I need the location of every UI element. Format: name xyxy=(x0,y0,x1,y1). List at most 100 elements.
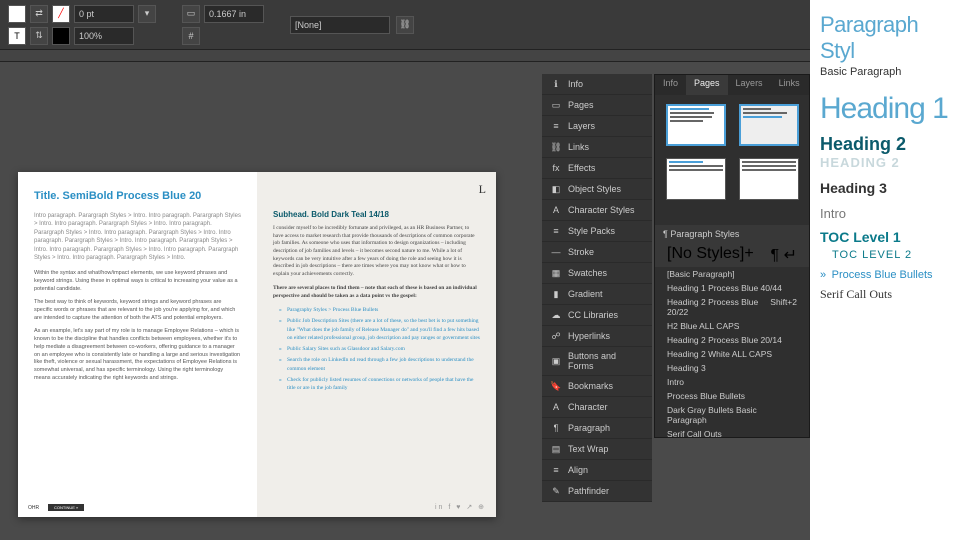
strip-align[interactable]: ≡Align xyxy=(542,460,652,481)
horizontal-ruler xyxy=(0,50,810,62)
body-paragraph[interactable]: As an example, let's say part of my role… xyxy=(34,328,241,382)
strip-pages[interactable]: ▭Pages xyxy=(542,95,652,116)
swatches-icon: ▦ xyxy=(550,267,562,279)
zoom-input[interactable] xyxy=(74,27,134,45)
cc-libraries-icon: ☁ xyxy=(550,309,562,321)
hash-icon[interactable]: # xyxy=(182,27,200,45)
para-style-item[interactable]: [Basic Paragraph] xyxy=(655,267,809,281)
strip-info[interactable]: ℹInfo xyxy=(542,74,652,95)
strip-character[interactable]: ACharacter xyxy=(542,397,652,418)
strip-pathfinder[interactable]: ✎Pathfinder xyxy=(542,481,652,502)
text-tool-icon[interactable]: T xyxy=(8,27,26,45)
panel-tab-layers[interactable]: Layers xyxy=(728,75,771,95)
strip-paragraph[interactable]: ¶Paragraph xyxy=(542,418,652,439)
para-style-item[interactable]: Heading 3 xyxy=(655,361,809,375)
social-icons: in f ♥ ↗ ⊕ xyxy=(435,503,486,511)
preview-h3: Heading 3 xyxy=(820,180,950,196)
measure-input[interactable] xyxy=(204,5,264,23)
strip-gradient[interactable]: ▮Gradient xyxy=(542,284,652,305)
bullet-item[interactable]: Paragraphy Styles > Process Blue Bullets xyxy=(279,306,480,314)
stroke-weight-input[interactable] xyxy=(74,5,134,23)
style-packs-icon: ≡ xyxy=(550,225,562,237)
bullet-item[interactable]: Check for publicly listed resumes of con… xyxy=(279,376,480,393)
para-style-item[interactable]: Heading 2 Process Blue 20/14 xyxy=(655,333,809,347)
strip-style-packs[interactable]: ≡Style Packs xyxy=(542,221,652,242)
hyperlinks-icon: ☍ xyxy=(550,330,562,342)
stroke-style-dropdown[interactable]: ▾ xyxy=(138,5,156,23)
text-wrap-icon: ▤ xyxy=(550,443,562,455)
chain-icon[interactable]: ⛓ xyxy=(396,16,414,34)
bookmarks-icon: 🔖 xyxy=(550,380,562,392)
panel-tab-links[interactable]: Links xyxy=(771,75,808,95)
para-style-item[interactable]: Heading 2 White ALL CAPS xyxy=(655,347,809,361)
serif-paragraph[interactable]: I consider myself to be incredibly fortu… xyxy=(273,225,480,279)
gradient-icon: ▮ xyxy=(550,288,562,300)
right-page[interactable]: L Subhead. Bold Dark Teal 14/18 I consid… xyxy=(257,172,496,517)
body-paragraph[interactable]: Within the syntax and what/how/impact el… xyxy=(34,270,241,293)
para-style-item[interactable]: Serif Call Outs xyxy=(655,427,809,437)
left-page[interactable]: Title. SemiBold Process Blue 20 Intro pa… xyxy=(18,172,257,517)
subhead[interactable]: Subhead. Bold Dark Teal 14/18 xyxy=(273,210,480,219)
doc-title[interactable]: Title. SemiBold Process Blue 20 xyxy=(34,190,241,202)
paragraph-styles-panel: ¶ Paragraph Styles [No Styles]+¶ ↵ [Basi… xyxy=(655,225,809,437)
fill-swatch[interactable] xyxy=(8,5,26,23)
pathfinder-icon: ✎ xyxy=(550,485,562,497)
panel-header[interactable]: ¶ Paragraph Styles xyxy=(655,225,809,243)
corner-marker: L xyxy=(479,182,486,197)
strip-swatches[interactable]: ▦Swatches xyxy=(542,263,652,284)
pages-panel[interactable] xyxy=(655,95,809,225)
strip-buttons-and-forms[interactable]: ▣Buttons and Forms xyxy=(542,347,652,376)
panel-tab-info[interactable]: Info xyxy=(655,75,686,95)
no-fill-icon[interactable]: ╱ xyxy=(52,5,70,23)
bullet-item[interactable]: Search the role on LinkedIn nd read thro… xyxy=(279,356,480,373)
layers-icon: ≡ xyxy=(550,120,562,132)
strip-bookmarks[interactable]: 🔖Bookmarks xyxy=(542,376,652,397)
page-thumbnail[interactable] xyxy=(666,158,726,200)
preview-h2: Heading 2 xyxy=(820,134,950,155)
intro-paragraph[interactable]: Intro paragraph. Parargraph Styles > Int… xyxy=(34,212,241,262)
para-style-item[interactable]: Dark Gray Bullets Basic Paragraph xyxy=(655,403,809,427)
info-icon: ℹ xyxy=(550,78,562,90)
strip-text-wrap[interactable]: ▤Text Wrap xyxy=(542,439,652,460)
preview-basic: Basic Paragraph xyxy=(820,66,950,78)
paragraph-icon: ¶ xyxy=(550,422,562,434)
preview-toc1: TOC Level 1 xyxy=(820,229,950,245)
para-style-item[interactable]: Intro xyxy=(655,375,809,389)
document-canvas[interactable]: Title. SemiBold Process Blue 20 Intro pa… xyxy=(0,62,810,540)
align-icon: ≡ xyxy=(550,464,562,476)
bullet-list[interactable]: Paragraphy Styles > Process Blue Bullets… xyxy=(273,306,480,392)
strip-stroke[interactable]: —Stroke xyxy=(542,242,652,263)
strip-cc-libraries[interactable]: ☁CC Libraries xyxy=(542,305,652,326)
page-thumbnail[interactable] xyxy=(739,158,799,200)
strip-character-styles[interactable]: ACharacter Styles xyxy=(542,200,652,221)
buttons-and-forms-icon: ▣ xyxy=(550,355,562,367)
effects-icon: fx xyxy=(550,162,562,174)
strip-object-styles[interactable]: ◧Object Styles xyxy=(542,179,652,200)
strip-links[interactable]: ⛓Links xyxy=(542,137,652,158)
preview-intro: Intro xyxy=(820,206,950,221)
color-swatch[interactable] xyxy=(52,27,70,45)
strip-hyperlinks[interactable]: ☍Hyperlinks xyxy=(542,326,652,347)
para-style-item[interactable]: Heading 2 Process Blue 20/22Shift+2 xyxy=(655,295,809,319)
style-dropdown[interactable] xyxy=(290,16,390,34)
bullet-item[interactable]: Public Salary Sites such as Glassdoor an… xyxy=(279,345,480,353)
page-thumbnail[interactable] xyxy=(666,104,726,146)
arrow-icon[interactable]: ⇄ xyxy=(30,5,48,23)
current-style[interactable]: [No Styles]+¶ ↵ xyxy=(655,243,809,267)
para-style-item[interactable]: Process Blue Bullets xyxy=(655,389,809,403)
strip-layers[interactable]: ≡Layers xyxy=(542,116,652,137)
para-style-item[interactable]: Heading 1 Process Blue 40/44 xyxy=(655,281,809,295)
body-paragraph[interactable]: The best way to think of keywords, keywo… xyxy=(34,299,241,322)
panel-tab-pages[interactable]: Pages xyxy=(686,75,728,95)
bullet-item[interactable]: Public Job Description Sites (there are … xyxy=(279,317,480,342)
preview-heading: Paragraph Styl xyxy=(820,12,950,64)
serif-bold-paragraph[interactable]: There are several places to find them – … xyxy=(273,285,480,300)
page-spread: Title. SemiBold Process Blue 20 Intro pa… xyxy=(18,172,496,517)
measure-icon[interactable]: ▭ xyxy=(182,5,200,23)
preview-h2caps: HEADING 2 xyxy=(820,155,950,170)
para-style-item[interactable]: H2 Blue ALL CAPS xyxy=(655,319,809,333)
strip-effects[interactable]: fxEffects xyxy=(542,158,652,179)
swap-icon[interactable]: ⇅ xyxy=(30,27,48,45)
continue-button[interactable]: CONTINUE » xyxy=(48,504,84,511)
page-thumbnail[interactable] xyxy=(739,104,799,146)
